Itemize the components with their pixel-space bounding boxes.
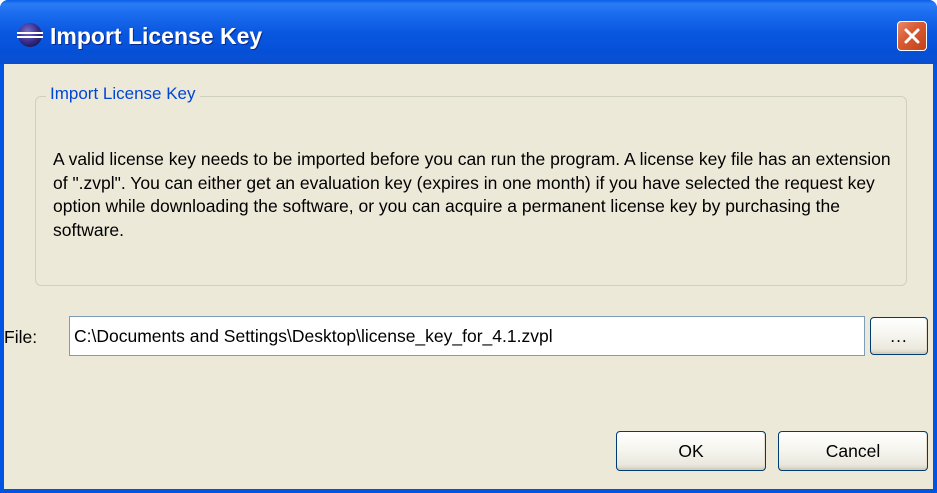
license-key-group: Import License Key A valid license key n…	[35, 83, 907, 286]
close-button[interactable]	[897, 21, 927, 51]
dialog-body: Import License Key A valid license key n…	[4, 64, 933, 489]
file-label: File:	[4, 327, 38, 347]
cancel-button[interactable]: Cancel	[778, 431, 928, 471]
dialog-title: Import License Key	[50, 23, 263, 49]
file-path-input[interactable]	[69, 316, 865, 356]
eclipse-icon	[17, 22, 43, 48]
ok-button[interactable]: OK	[616, 431, 766, 471]
browse-button[interactable]: ...	[870, 317, 928, 355]
close-icon	[904, 28, 920, 44]
title-bar[interactable]: Import License Key	[0, 0, 937, 64]
description-text: A valid license key needs to be imported…	[53, 149, 891, 240]
group-label: Import License Key	[46, 83, 200, 105]
dialog-window: Import License Key Import License Key A …	[0, 0, 937, 493]
